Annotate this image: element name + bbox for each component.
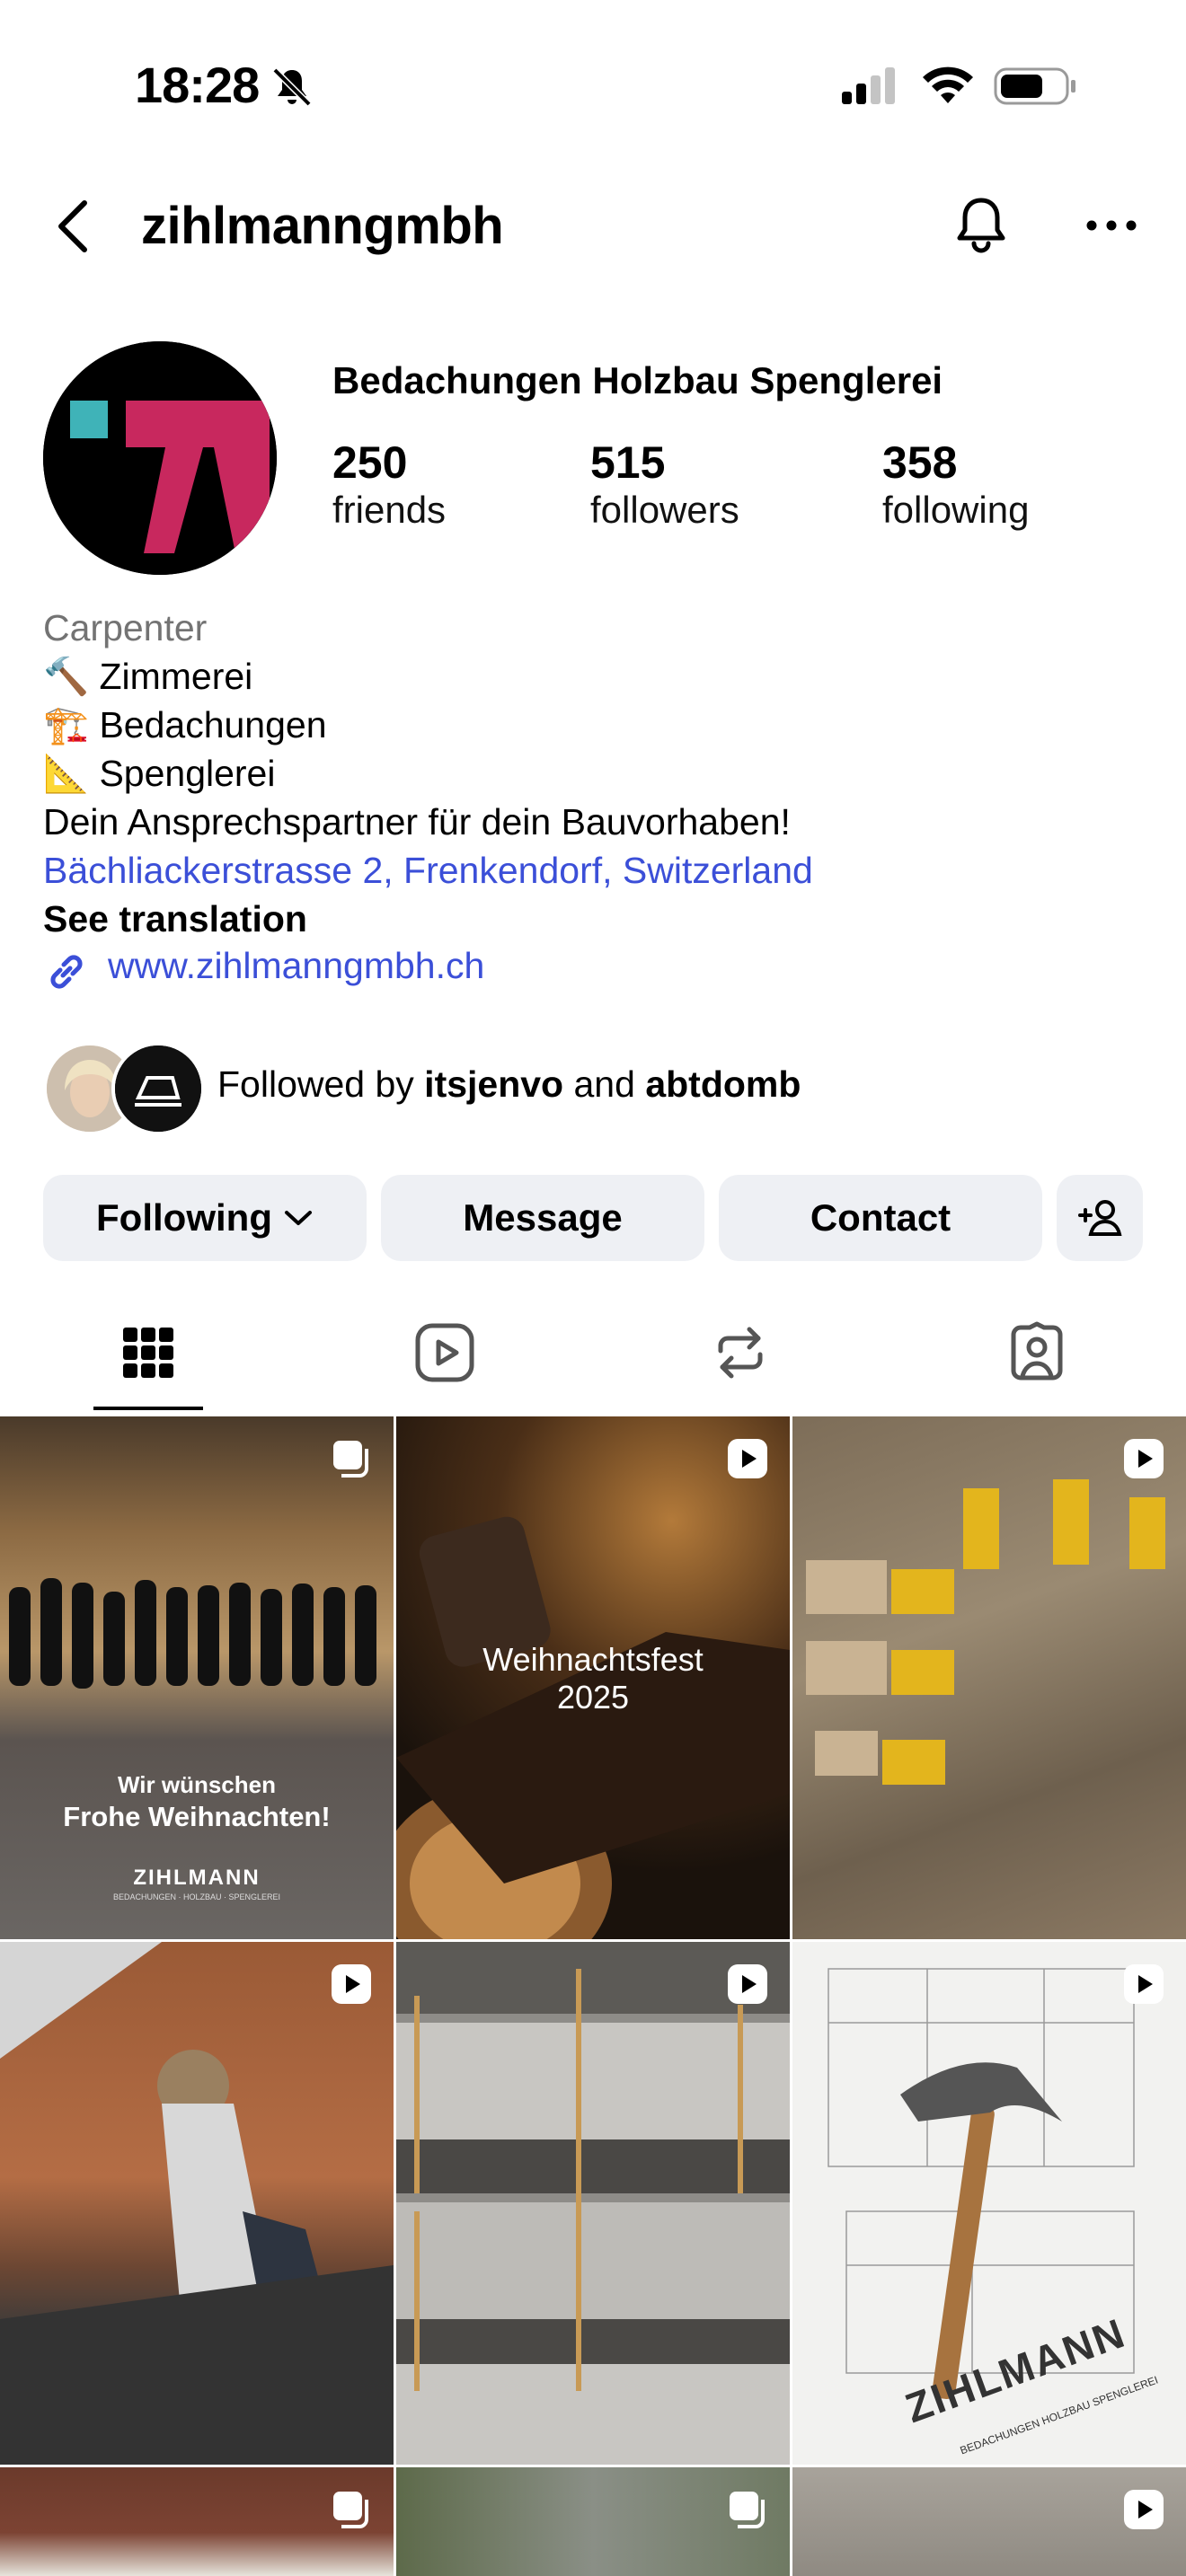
brand-logo [43, 341, 277, 575]
post-caption: Frohe Weihnachten! [63, 1801, 331, 1832]
followers-count[interactable]: 515 [590, 437, 665, 489]
bio-line: 🏗️ Bedachungen [43, 704, 327, 745]
reel-icon [728, 1439, 767, 1478]
website-link[interactable]: www.zihlmanngmbh.ch [108, 945, 484, 987]
post-thumbnail[interactable]: Weihnachtsfest 2025 [396, 1416, 790, 1939]
back-icon[interactable] [54, 199, 93, 253]
post-thumbnail[interactable] [0, 2467, 394, 2576]
suggest-people-button[interactable] [1057, 1175, 1143, 1261]
post-caption: Weihnachtsfest [482, 1641, 704, 1678]
post-thumbnail[interactable] [0, 1942, 394, 2465]
follower-username: abtdomb [645, 1063, 801, 1105]
following-button[interactable]: Following [43, 1175, 367, 1261]
following-count[interactable]: 358 [882, 437, 957, 489]
signal-icon [842, 67, 895, 104]
carousel-icon [333, 1441, 368, 1478]
reels-icon[interactable] [412, 1320, 477, 1385]
reel-icon [1124, 1964, 1164, 2004]
tagged-icon[interactable] [1005, 1320, 1069, 1385]
followers-label[interactable]: followers [590, 489, 739, 532]
carousel-icon [730, 2492, 765, 2528]
post-thumbnail[interactable] [396, 1942, 790, 2465]
post-thumbnail[interactable]: ZIHLMANN BEDACHUNGEN HOLZBAU SPENGLEREI [792, 1942, 1186, 2465]
reposts-icon[interactable] [708, 1320, 773, 1385]
more-icon[interactable] [1083, 212, 1140, 239]
bio-line: 🔨 Zimmerei [43, 656, 253, 697]
follower-username: itsjenvo [424, 1063, 564, 1105]
post-thumbnail[interactable] [792, 1416, 1186, 1939]
reel-icon [1124, 1439, 1164, 1478]
bio-line: Dein Ansprechspartner für dein Bauvorhab… [43, 801, 791, 842]
reel-icon [1124, 2490, 1164, 2529]
active-tab-indicator [93, 1407, 203, 1410]
post-caption: Wir wünschen [117, 1771, 276, 1798]
message-button[interactable]: Message [381, 1175, 704, 1261]
wifi-icon [923, 66, 973, 103]
following-label[interactable]: following [882, 489, 1029, 532]
link-icon [50, 955, 83, 989]
friends-label[interactable]: friends [332, 489, 446, 532]
bell-muted-icon [272, 67, 312, 107]
post-caption: 2025 [556, 1679, 630, 1716]
contact-button[interactable]: Contact [719, 1175, 1042, 1261]
notification-bell-icon[interactable] [949, 193, 1013, 258]
reel-icon [332, 1964, 371, 2004]
reel-icon [728, 1964, 767, 2004]
display-name: Bedachungen Holzbau Spenglerei [332, 359, 943, 401]
profile-avatar[interactable] [43, 341, 277, 575]
grid-icon[interactable] [116, 1320, 181, 1385]
friends-count[interactable]: 250 [332, 437, 407, 489]
bio-line: 📐 Spenglerei [43, 753, 276, 794]
post-brand-sub: BEDACHUNGEN · HOLZBAU · SPENGLEREI [112, 1892, 281, 1901]
post-thumbnail[interactable] [792, 2467, 1186, 2576]
profile-category: Carpenter [43, 607, 208, 648]
profile-username: zihlmanngmbh [141, 197, 504, 255]
followed-by-text[interactable]: Followed by itsjenvo and abtdomb [217, 1063, 801, 1106]
post-brand: ZIHLMANN [133, 1866, 261, 1890]
battery-icon [994, 67, 1075, 105]
post-thumbnail[interactable] [396, 2467, 790, 2576]
post-thumbnail[interactable]: Wir wünschen Frohe Weihnachten! ZIHLMANN… [0, 1416, 394, 1939]
address-link[interactable]: Bächliackerstrasse 2, Frenkendorf, Switz… [43, 846, 813, 895]
carousel-icon [333, 2492, 368, 2528]
chevron-down-icon [284, 1211, 312, 1225]
status-time: 18:28 [135, 57, 260, 113]
follower-avatar[interactable] [111, 1042, 205, 1135]
see-translation-link[interactable]: See translation [43, 895, 307, 943]
add-user-icon [1078, 1200, 1122, 1236]
